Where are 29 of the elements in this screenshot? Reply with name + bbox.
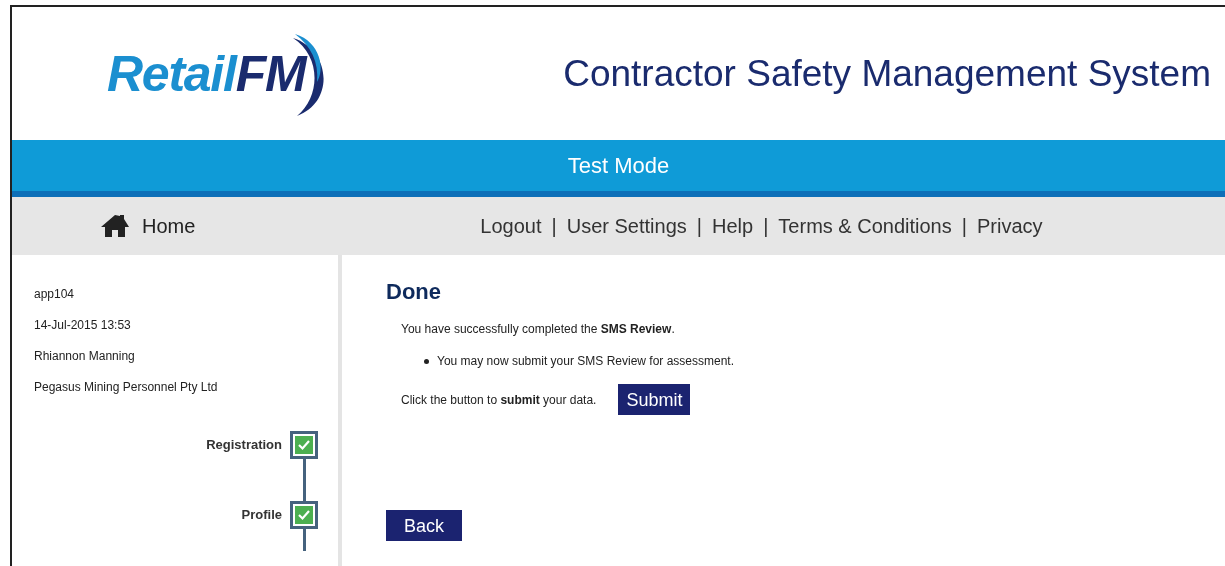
mode-label: Test Mode — [567, 152, 670, 180]
page-heading: Done — [386, 278, 442, 306]
logo: RetailFM — [107, 29, 332, 120]
nav-separator: | — [961, 214, 967, 239]
check-icon — [295, 436, 313, 454]
nav-link[interactable]: User Settings — [566, 211, 687, 241]
bullet-text: You may now submit your SMS Review for assessment. — [437, 353, 734, 370]
submit-prompt: Click the button to submit your data. — [401, 391, 597, 409]
nav-link[interactable]: Help — [712, 211, 754, 241]
nav-link[interactable]: Privacy — [976, 211, 1043, 241]
step-label: Registration — [206, 436, 282, 455]
user-info: 14-Jul-2015 13:53 — [34, 317, 132, 334]
bullet-icon — [424, 358, 429, 364]
user-info: app104 — [34, 286, 76, 303]
home-link[interactable]: Home — [100, 211, 196, 241]
success-message: You have successfully completed the SMS Review. — [401, 321, 676, 338]
nav-separator: | — [551, 214, 557, 239]
step-label: Profile — [241, 506, 282, 525]
user-info: Pegasus Mining Personnel Pty Ltd — [34, 379, 219, 396]
check-icon — [295, 506, 313, 524]
user-info: Rhiannon Manning — [34, 348, 136, 365]
back-button[interactable]: Back — [386, 510, 462, 541]
nav-separator: | — [763, 214, 769, 239]
system-title: Contractor Safety Management System — [563, 51, 1211, 96]
nav-link[interactable]: Logout — [480, 211, 542, 241]
home-icon — [100, 214, 130, 238]
nav-link[interactable]: Terms & Conditions — [778, 211, 952, 241]
submit-button[interactable]: Submit — [618, 384, 691, 415]
nav-separator: | — [696, 214, 702, 239]
